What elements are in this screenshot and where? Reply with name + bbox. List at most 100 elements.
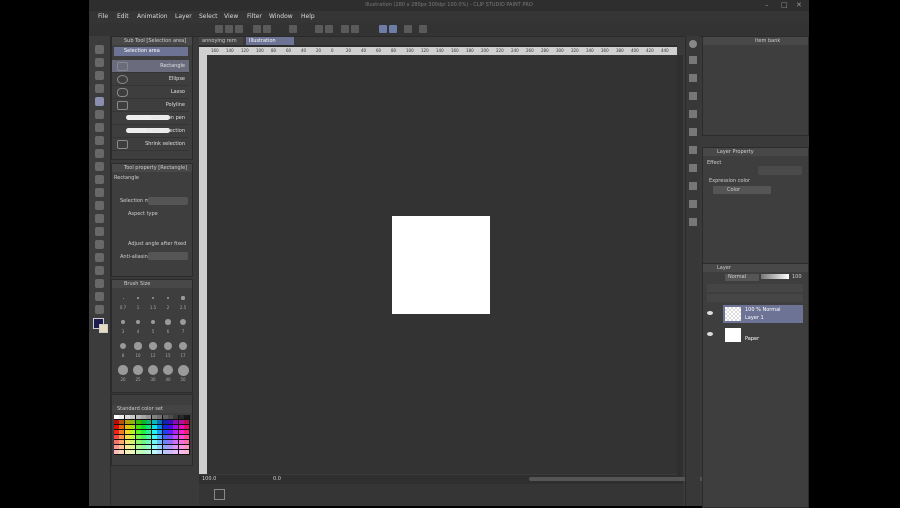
blend-mode-select[interactable]: Normal [725, 274, 759, 281]
minimize-icon[interactable]: – [765, 1, 769, 9]
color-swatch[interactable] [173, 425, 179, 429]
navigator-icon[interactable] [689, 40, 697, 48]
color-swatch[interactable] [184, 435, 190, 439]
brush-size-cell[interactable]: 17 [176, 340, 190, 362]
color-swatch[interactable] [184, 445, 190, 449]
color-swatch[interactable] [178, 430, 184, 434]
color-swatch[interactable] [162, 415, 168, 419]
decoration-tool-icon[interactable] [95, 188, 104, 197]
color-swatch[interactable] [157, 425, 163, 429]
color-swatch[interactable] [124, 425, 130, 429]
color-swatch[interactable] [124, 430, 130, 434]
menu-filter[interactable]: Filter [247, 13, 262, 20]
color-swatch[interactable] [173, 450, 179, 454]
brush-size-cell[interactable]: 15 [161, 340, 175, 362]
color-swatch[interactable] [119, 440, 125, 444]
fill-tool-icon[interactable] [95, 227, 104, 236]
color-swatch[interactable] [168, 425, 173, 429]
color-swatch[interactable] [184, 420, 190, 424]
color-swatch[interactable] [173, 445, 179, 449]
brush-size-cell[interactable]: 8 [116, 340, 130, 362]
color-swatch[interactable] [157, 450, 163, 454]
select-all-icon[interactable] [351, 25, 359, 33]
color-swatch[interactable] [130, 420, 136, 424]
ruler-icon[interactable] [404, 25, 412, 33]
brush-size-cell[interactable]: 10 [131, 340, 145, 362]
antialias-buttons[interactable] [148, 252, 188, 260]
color-swatch[interactable] [178, 450, 184, 454]
menu-animation[interactable]: Animation [137, 13, 168, 20]
undo-icon[interactable] [253, 25, 261, 33]
color-swatch[interactable] [162, 450, 168, 454]
hand-tool-icon[interactable] [95, 58, 104, 67]
color-swatch[interactable] [119, 450, 125, 454]
color-swatch[interactable] [135, 430, 141, 434]
color-swatch[interactable] [151, 420, 157, 424]
subtool-rectangle[interactable]: Rectangle [112, 60, 189, 73]
zoom-value[interactable]: 100.0 [202, 476, 216, 482]
expression-color-select[interactable]: Color [713, 186, 771, 194]
color-swatch[interactable] [141, 435, 146, 439]
color-swatch[interactable] [114, 430, 119, 434]
color-swatch[interactable] [151, 435, 157, 439]
menu-layer[interactable]: Layer [175, 13, 192, 20]
brush-size-cell[interactable]: 12 [146, 340, 160, 362]
color-swatch[interactable] [157, 445, 163, 449]
subtool-selection-pen[interactable]: Selection pen [112, 112, 189, 125]
color-swatch[interactable] [173, 415, 179, 419]
color-swatch[interactable] [184, 425, 190, 429]
color-swatch[interactable] [162, 445, 168, 449]
menu-select[interactable]: Select [199, 13, 218, 20]
subtool-erase-selection[interactable]: Erase selection [112, 125, 189, 138]
color-swatch[interactable] [146, 420, 152, 424]
blend-tool-icon[interactable] [95, 214, 104, 223]
subtool-lasso[interactable]: Lasso [112, 86, 189, 99]
menu-view[interactable]: View [224, 13, 238, 20]
panel-icon-4[interactable] [689, 110, 697, 118]
balloon-tool-icon[interactable] [95, 305, 104, 314]
color-swatch[interactable] [114, 415, 119, 419]
color-swatch[interactable] [124, 420, 130, 424]
subtool-group-tab[interactable]: Selection area [114, 47, 188, 56]
text-tool-icon[interactable] [95, 292, 104, 301]
brush-size-cell[interactable]: 20 [116, 364, 130, 386]
panel-icon-2[interactable] [689, 74, 697, 82]
color-swatch[interactable] [178, 415, 184, 419]
move-layer-tool-icon[interactable] [95, 84, 104, 93]
brush-size-cell[interactable]: 2 [161, 292, 175, 314]
color-swatch[interactable] [135, 445, 141, 449]
color-swatch[interactable] [135, 415, 141, 419]
brush-size-cell[interactable]: 25 [131, 364, 145, 386]
color-swatch[interactable] [162, 420, 168, 424]
panel-icon-6[interactable] [689, 146, 697, 154]
menu-file[interactable]: File [98, 13, 108, 20]
color-swatch[interactable] [151, 415, 157, 419]
color-swatch[interactable] [146, 435, 152, 439]
snap-ruler-icon[interactable] [379, 25, 387, 33]
color-swatch[interactable] [124, 435, 130, 439]
color-swatch[interactable] [178, 420, 184, 424]
snap-grid-icon[interactable] [389, 25, 397, 33]
color-swatch[interactable] [141, 445, 146, 449]
effect-buttons[interactable] [758, 166, 802, 175]
layer-toolbar-1[interactable] [707, 284, 803, 292]
layer-row-1[interactable]: 100 % Normal Layer 1 [723, 305, 803, 323]
panel-icon-5[interactable] [689, 128, 697, 136]
color-swatch[interactable] [157, 435, 163, 439]
transform-icon[interactable] [325, 25, 333, 33]
color-swatch[interactable] [124, 415, 130, 419]
selection-tool-icon[interactable] [95, 97, 104, 106]
color-swatch[interactable] [168, 435, 173, 439]
color-swatch[interactable] [184, 415, 190, 419]
eyedropper-tool-icon[interactable] [95, 123, 104, 132]
selection-mode-buttons[interactable] [148, 197, 188, 205]
brush-size-cell[interactable]: 2.5 [176, 292, 190, 314]
color-swatch[interactable] [151, 450, 157, 454]
opacity-slider[interactable] [761, 274, 789, 279]
brush-tool-icon[interactable] [95, 162, 104, 171]
open-icon[interactable] [225, 25, 233, 33]
color-swatch[interactable] [119, 430, 125, 434]
eye-icon[interactable] [707, 332, 713, 336]
brush-size-cell[interactable]: 6 [161, 316, 175, 338]
color-swatch[interactable] [178, 445, 184, 449]
